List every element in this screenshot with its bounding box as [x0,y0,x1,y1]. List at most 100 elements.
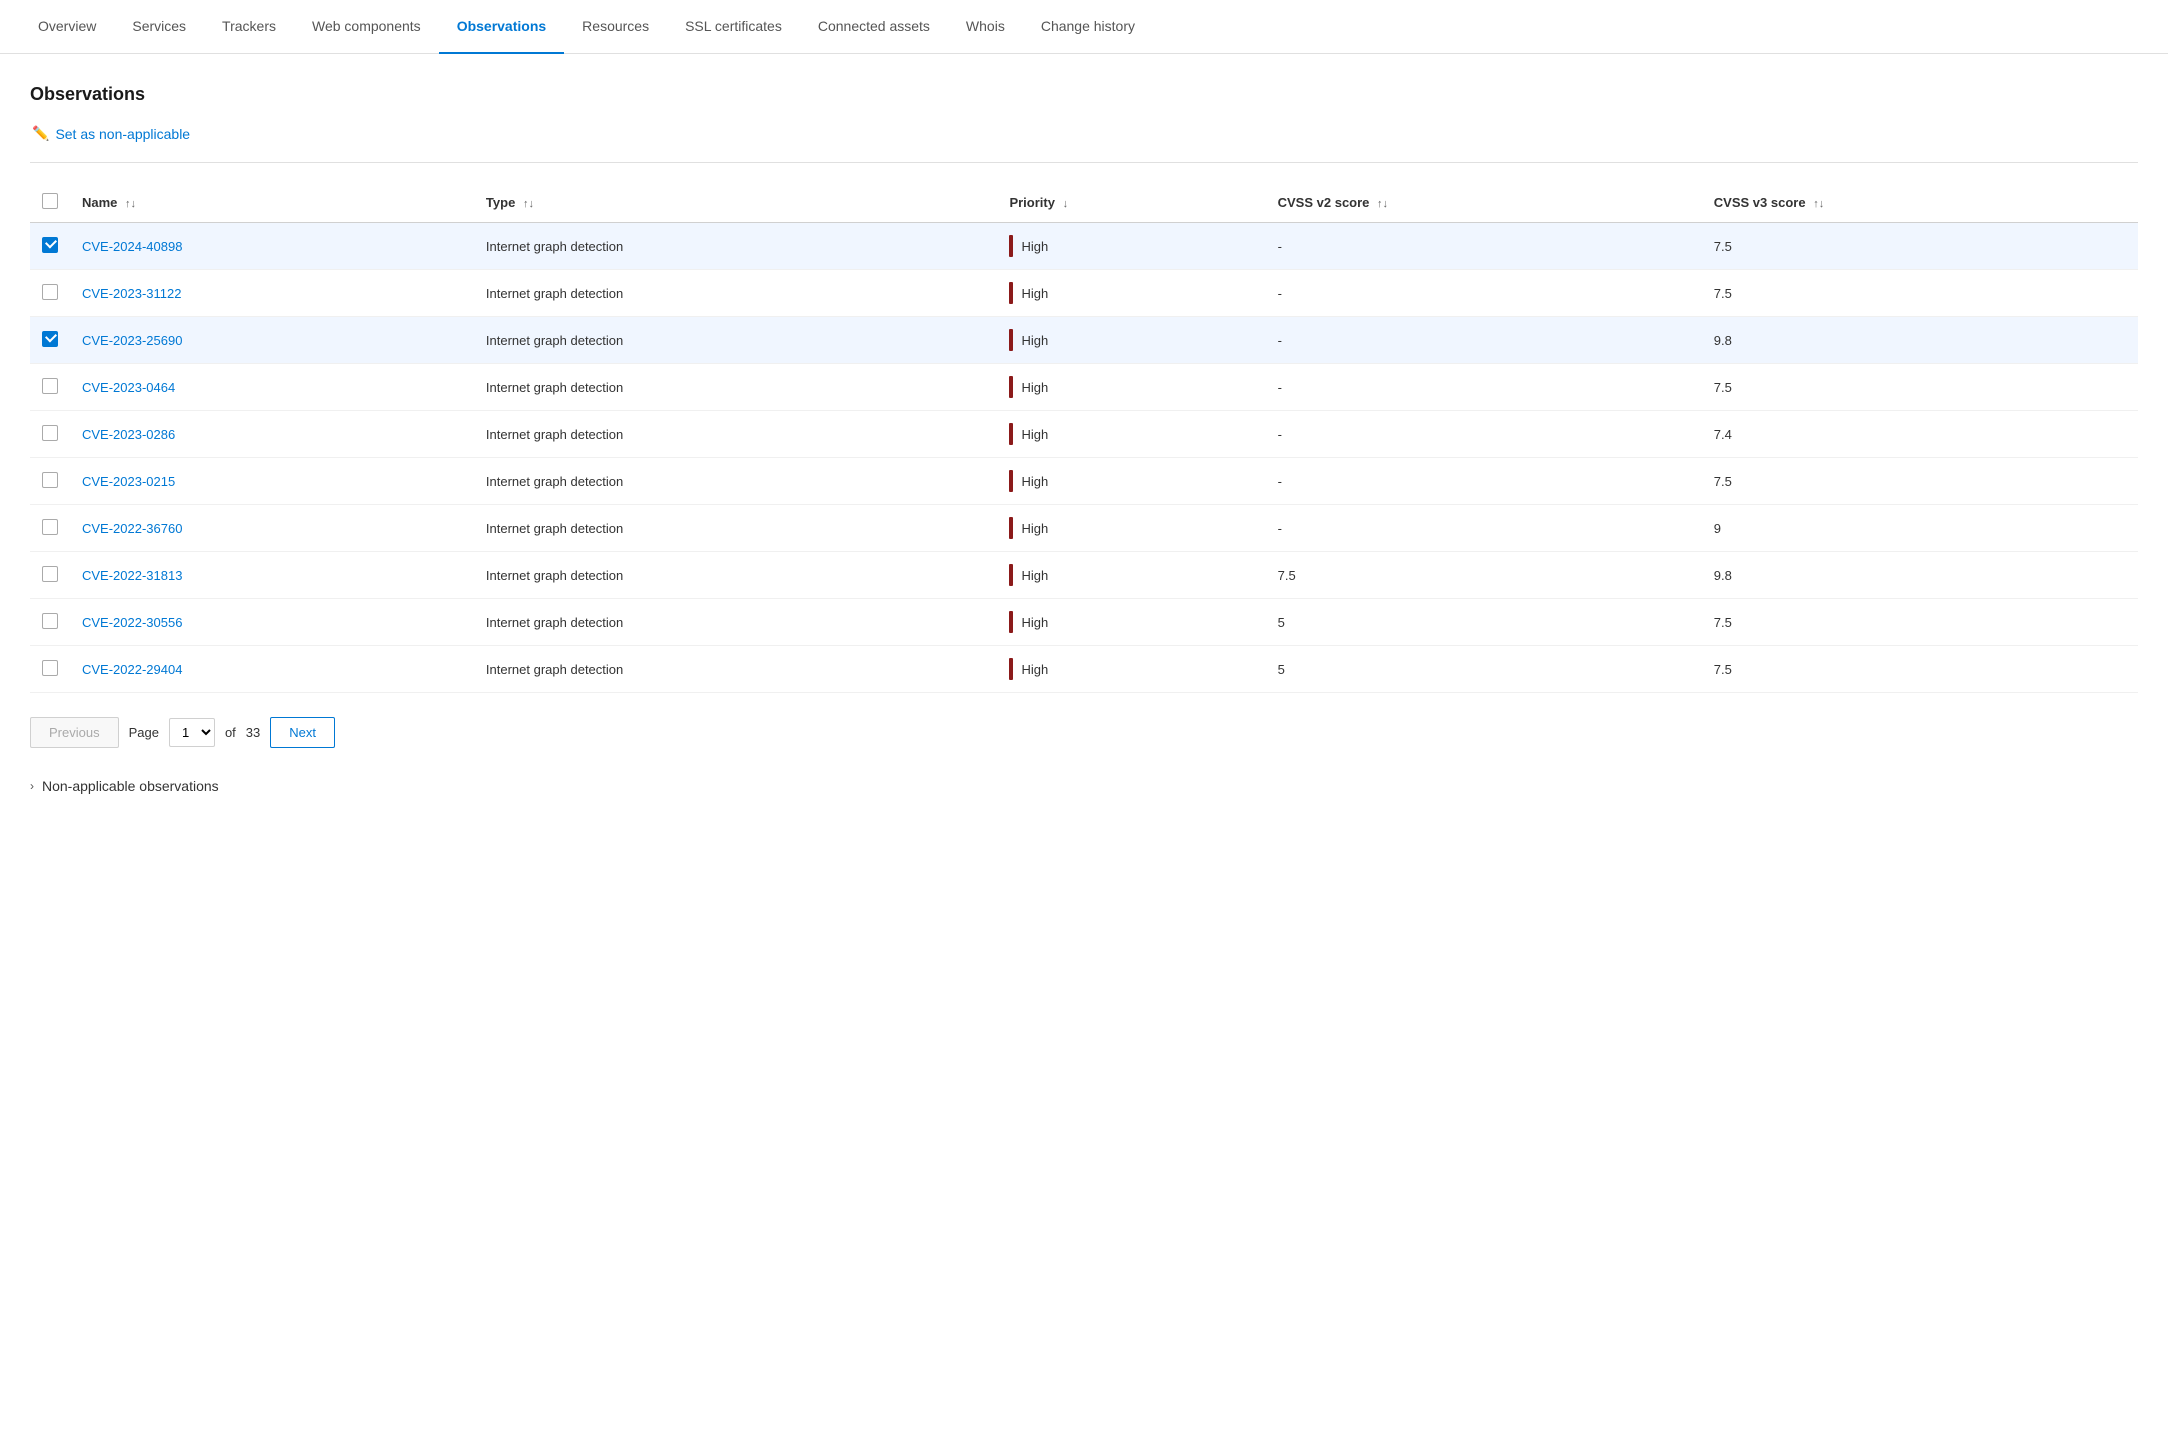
non-applicable-label: Non-applicable observations [42,778,219,794]
cve-link[interactable]: CVE-2022-31813 [82,568,182,583]
table-row: CVE-2023-31122Internet graph detectionHi… [30,270,2138,317]
previous-button[interactable]: Previous [30,717,119,748]
row-type: Internet graph detection [474,223,998,270]
priority-sort-icon[interactable]: ↓ [1063,198,1069,210]
cvss-v3-value: 7.5 [1702,270,2138,317]
cve-link[interactable]: CVE-2022-36760 [82,521,182,536]
row-checkbox[interactable] [42,425,58,441]
cvss-v2-sort-icon[interactable]: ↑↓ [1377,198,1388,210]
total-pages: 33 [246,725,260,740]
cvss-v3-value: 7.4 [1702,411,2138,458]
cvss-v2-value: - [1266,223,1702,270]
row-checkbox[interactable] [42,613,58,629]
col-cvss-v3: CVSS v3 score ↑↓ [1702,183,2138,223]
priority-label: High [1021,615,1048,630]
tab-connected-assets[interactable]: Connected assets [800,0,948,54]
table-row: CVE-2023-25690 Internet graph detection Hi… [30,317,2138,364]
priority-bar [1009,423,1013,445]
cvss-v2-value: - [1266,270,1702,317]
tab-whois[interactable]: Whois [948,0,1023,54]
row-type: Internet graph detection [474,505,998,552]
next-button[interactable]: Next [270,717,335,748]
row-type: Internet graph detection [474,364,998,411]
action-bar: ✏️ Set as non-applicable [30,121,2138,163]
page-label: Page [129,725,159,740]
priority-label: High [1021,427,1048,442]
cvss-v2-value: - [1266,411,1702,458]
cve-link[interactable]: CVE-2023-25690 [82,333,182,348]
row-checkbox[interactable] [42,519,58,535]
chevron-right-icon: › [30,779,34,793]
row-type: Internet graph detection [474,599,998,646]
tab-web-components[interactable]: Web components [294,0,439,54]
priority-label: High [1021,286,1048,301]
row-type: Internet graph detection [474,646,998,693]
priority-label: High [1021,380,1048,395]
col-type: Type ↑↓ [474,183,998,223]
row-checkbox[interactable] [42,472,58,488]
priority-label: High [1021,333,1048,348]
col-cvss-v2: CVSS v2 score ↑↓ [1266,183,1702,223]
col-name: Name ↑↓ [70,183,474,223]
observations-table: Name ↑↓ Type ↑↓ Priority ↓ CVSS v2 score… [30,183,2138,693]
cve-link[interactable]: CVE-2024-40898 [82,239,182,254]
cve-link[interactable]: CVE-2023-31122 [82,286,182,301]
tab-change-history[interactable]: Change history [1023,0,1153,54]
cvss-v3-value: 7.5 [1702,599,2138,646]
priority-bar [1009,658,1013,680]
row-type: Internet graph detection [474,458,998,505]
of-label: of [225,725,236,740]
set-non-applicable-label: Set as non-applicable [55,126,190,142]
cvss-v3-value: 7.5 [1702,223,2138,270]
cvss-v3-value: 9.8 [1702,552,2138,599]
tab-overview[interactable]: Overview [20,0,114,54]
page-select[interactable]: 1 [169,718,215,747]
name-sort-icon[interactable]: ↑↓ [125,198,136,210]
pagination: Previous Page 1 of 33 Next [30,717,2138,748]
table-row: CVE-2023-0286 Internet graph detection Hig… [30,411,2138,458]
row-type: Internet graph detection [474,317,998,364]
cvss-v3-value: 7.5 [1702,646,2138,693]
navigation-tabs: Overview Services Trackers Web component… [0,0,2168,54]
cvss-v2-value: 5 [1266,599,1702,646]
priority-label: High [1021,521,1048,536]
row-type: Internet graph detection [474,411,998,458]
tab-ssl-certificates[interactable]: SSL certificates [667,0,800,54]
cvss-v2-value: - [1266,364,1702,411]
priority-bar [1009,376,1013,398]
row-checkbox[interactable] [42,331,58,347]
header-checkbox-cell [30,183,70,223]
priority-bar [1009,564,1013,586]
cvss-v2-value: 7.5 [1266,552,1702,599]
cvss-v3-sort-icon[interactable]: ↑↓ [1813,198,1824,210]
tab-services[interactable]: Services [114,0,204,54]
cvss-v3-value: 9.8 [1702,317,2138,364]
row-checkbox[interactable] [42,566,58,582]
row-checkbox[interactable] [42,378,58,394]
cve-link[interactable]: CVE-2022-29404 [82,662,182,677]
non-applicable-section[interactable]: › Non-applicable observations [30,778,2138,794]
cvss-v2-value: 5 [1266,646,1702,693]
cve-link[interactable]: CVE-2022-30556 [82,615,182,630]
row-checkbox[interactable] [42,237,58,253]
tab-trackers[interactable]: Trackers [204,0,294,54]
set-non-applicable-button[interactable]: ✏️ Set as non-applicable [30,121,192,146]
priority-label: High [1021,662,1048,677]
row-checkbox[interactable] [42,284,58,300]
priority-label: High [1021,568,1048,583]
cvss-v2-value: - [1266,458,1702,505]
tab-resources[interactable]: Resources [564,0,667,54]
table-row: CVE-2022-31813 Internet graph detection Hi… [30,552,2138,599]
row-type: Internet graph detection [474,552,998,599]
cve-link[interactable]: CVE-2023-0215 [82,474,175,489]
cve-link[interactable]: CVE-2023-0464 [82,380,175,395]
select-all-checkbox[interactable] [42,193,58,209]
tab-observations[interactable]: Observations [439,0,564,54]
cvss-v2-value: - [1266,505,1702,552]
cvss-v3-value: 7.5 [1702,364,2138,411]
priority-bar [1009,282,1013,304]
main-content: Observations ✏️ Set as non-applicable Na… [0,54,2168,824]
cve-link[interactable]: CVE-2023-0286 [82,427,175,442]
type-sort-icon[interactable]: ↑↓ [523,198,534,210]
row-checkbox[interactable] [42,660,58,676]
